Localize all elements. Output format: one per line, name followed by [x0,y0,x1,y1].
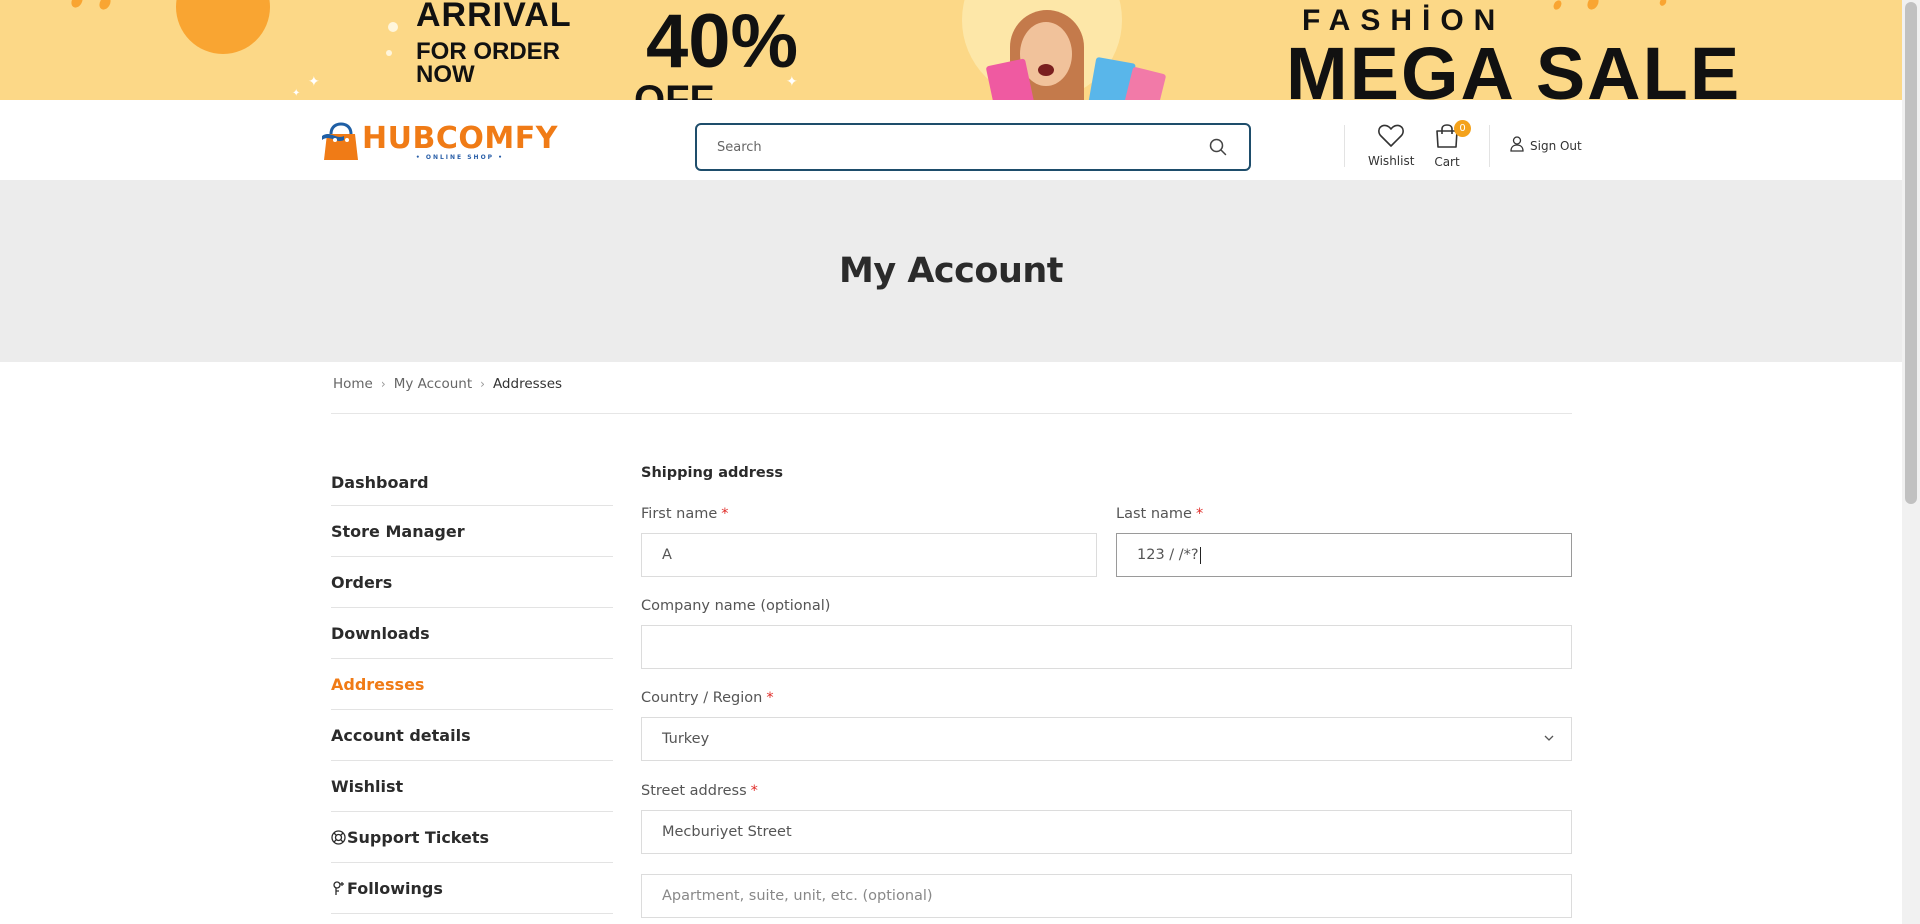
lifebuoy-icon [331,829,346,845]
country-select[interactable]: Turkey [641,717,1572,761]
section-title: Shipping address [641,465,784,481]
banner-now: NOW [416,61,475,88]
required-mark: * [766,690,774,706]
banner-confetti [1551,0,1564,12]
country-label: Country / Region * [641,690,774,706]
last-name-field[interactable]: 123 / /*? [1116,533,1572,577]
banner-confetti [1658,0,1668,7]
scrollbar-thumb[interactable] [1905,2,1917,504]
nav-item-label: Account details [331,725,471,745]
breadcrumb: Home › My Account › Addresses [333,376,562,392]
company-label: Company name (optional) [641,598,830,614]
street-value: Mecburiyet Street [662,824,792,840]
nav-item-downloads[interactable]: Downloads [331,608,613,659]
nav-item-orders[interactable]: Orders [331,557,613,608]
chevron-right-icon: › [480,377,485,391]
nav-item-label: Dashboard [331,473,429,492]
nav-item-label: Orders [331,572,393,592]
nav-item-dashboard[interactable]: Dashboard [331,460,613,506]
wishlist-label: Wishlist [1368,154,1415,168]
search-box[interactable] [695,123,1251,171]
nav-item-followings[interactable]: Followings [331,863,613,914]
logo-tagline: • ONLINE SHOP • [415,154,504,161]
nav-item-account-details[interactable]: Account details [331,710,613,761]
street-label: Street address * [641,783,758,799]
chevron-right-icon: › [380,377,386,391]
text-caret [1199,546,1201,564]
banner-mega-sale: MEGA SALE [1286,32,1742,101]
nav-item-label: Support Tickets [347,827,490,847]
search-icon[interactable] [1207,136,1229,158]
banner-sun-decoration [176,0,270,54]
banner-confetti [1585,0,1601,12]
nav-item-support-tickets[interactable]: Support Tickets [331,812,613,863]
banner-dot [386,50,392,56]
required-mark: * [750,783,758,799]
cart-icon: 0 [1434,120,1471,153]
follow-icon [331,880,346,896]
first-name-label: First name * [641,506,729,522]
page-scrollbar[interactable] [1902,0,1920,924]
heart-icon [1378,124,1405,152]
account-navigation: Dashboard Store Manager Orders Downloads… [331,460,613,914]
sign-out-label: Sign Out [1530,138,1582,153]
last-name-label: Last name * [1116,506,1203,522]
cart-count-badge: 0 [1454,120,1471,137]
nav-item-wishlist[interactable]: Wishlist [331,761,613,812]
banner-off: OFF [634,78,714,100]
nav-item-label: Store Manager [331,521,465,541]
promo-banner[interactable]: ✦ ✦ ✦ ARRİVAL FOR ORDER NOW 40% OFF FASH… [0,0,1902,100]
logo-bag-icon [322,122,360,162]
country-label-text: Country / Region [641,690,763,706]
header-divider [1344,125,1345,167]
breadcrumb-home[interactable]: Home [333,376,373,392]
header-divider [1489,125,1490,167]
banner-confetti [97,0,113,12]
breadcrumb-my-account[interactable]: My Account [394,376,472,392]
breadcrumb-divider [331,413,1572,414]
street-label-text: Street address [641,783,747,799]
company-field[interactable] [641,625,1572,669]
apartment-field[interactable]: Apartment, suite, unit, etc. (optional) [641,874,1572,918]
sign-out-link[interactable]: Sign Out [1510,136,1582,155]
breadcrumb-current: Addresses [492,376,563,392]
banner-sparkle: ✦ [308,74,320,90]
last-name-label-text: Last name [1116,506,1192,522]
chevron-down-icon [1543,732,1555,748]
page-title: My Account [838,251,1064,291]
wishlist-button[interactable]: Wishlist [1368,124,1414,168]
banner-for-order: FOR ORDER [416,38,560,65]
first-name-field[interactable]: A [641,533,1097,577]
page-title-band: My Account [0,180,1902,362]
nav-item-label: Addresses [331,674,425,694]
banner-model-mouth [1038,64,1054,76]
company-label-text: Company name (optional) [641,598,831,614]
first-name-label-text: First name [641,506,718,522]
nav-item-store-manager[interactable]: Store Manager [331,506,613,557]
required-mark: * [721,506,729,522]
nav-item-addresses[interactable]: Addresses [331,659,613,710]
banner-arrival-text: ARRİVAL [416,0,572,34]
nav-item-label: Downloads [331,623,430,643]
nav-item-label: Wishlist [331,776,404,796]
first-name-value: A [662,547,672,563]
required-mark: * [1195,506,1204,522]
country-value: Turkey [662,731,710,747]
cart-label: Cart [1434,155,1460,169]
last-name-value: 123 / /*? [1137,547,1199,563]
banner-dot [388,22,398,32]
banner-order-text: FOR ORDER NOW [416,38,560,88]
banner-confetti [69,0,85,10]
user-icon [1510,136,1524,155]
logo-text: HUBCOMFY • ONLINE SHOP • [362,121,558,162]
search-input[interactable] [717,139,1207,155]
site-logo[interactable]: HUBCOMFY • ONLINE SHOP • [322,122,558,162]
apartment-placeholder: Apartment, suite, unit, etc. (optional) [662,888,933,904]
banner-percent: 40% [646,0,799,84]
cart-button[interactable]: 0 Cart [1434,120,1471,169]
nav-item-label: Followings [347,878,443,898]
street-address-field[interactable]: Mecburiyet Street [641,810,1572,854]
logo-brand: HUBCOMFY [362,121,558,156]
banner-sparkle: ✦ [292,88,301,99]
